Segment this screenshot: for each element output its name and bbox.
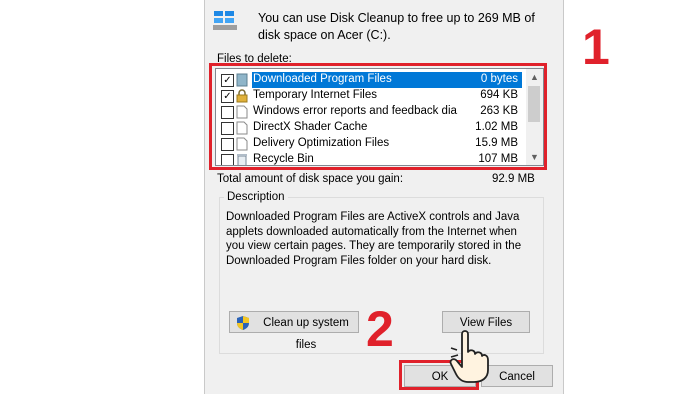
step-number-2: 2 [366, 301, 394, 357]
description-title: Description [224, 191, 288, 203]
pointing-hand-icon [449, 330, 489, 383]
cancel-button[interactable]: Cancel [481, 365, 553, 387]
button-label: Clean up system files [263, 317, 349, 351]
step-number-1: 1 [582, 19, 610, 75]
total-space-value: 92.9 MB [492, 173, 535, 185]
uac-shield-icon [237, 316, 249, 330]
drive-cleanup-icon [213, 11, 237, 30]
clean-up-system-files-button[interactable]: Clean up system files [229, 311, 359, 351]
header-text: You can use Disk Cleanup to free up to 2… [258, 11, 535, 42]
highlight-box-files-list [209, 63, 547, 170]
total-space-label: Total amount of disk space you gain: [217, 173, 404, 185]
description-text: Downloaded Program Files are ActiveX con… [226, 211, 522, 267]
